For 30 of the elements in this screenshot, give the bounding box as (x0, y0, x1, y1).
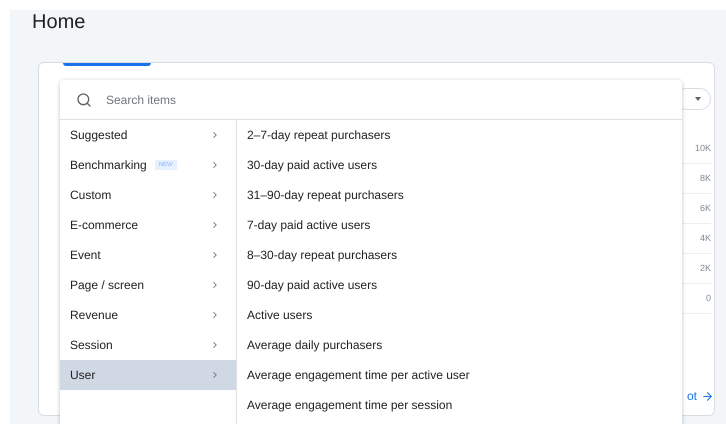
category-item[interactable]: Event (60, 240, 236, 270)
category-item[interactable]: User (60, 360, 236, 390)
category-item[interactable]: Revenue (60, 300, 236, 330)
axis-label: 0 (706, 292, 711, 305)
menu-item[interactable]: Active users (237, 300, 682, 330)
category-item[interactable]: Custom (60, 180, 236, 210)
axis-label: 6K (700, 202, 711, 215)
category-item[interactable]: Suggested (60, 120, 236, 150)
menu-item[interactable]: 7-day paid active users (237, 210, 682, 240)
caret-icon (695, 97, 701, 101)
menu-item[interactable]: Average engagement time per active user (237, 360, 682, 390)
menu-item[interactable]: 90-day paid active users (237, 270, 682, 300)
axis-label: 8K (700, 172, 711, 185)
menu-item[interactable]: 8–30-day repeat purchasers (237, 240, 682, 270)
view-link[interactable]: ot (686, 387, 714, 405)
category-item[interactable]: Session (60, 330, 236, 360)
menu-item[interactable]: 30-day paid active users (237, 150, 682, 180)
search-field[interactable]: Search items (106, 90, 666, 108)
category-item[interactable]: Page / screen (60, 270, 236, 300)
axis-label: 2K (700, 262, 711, 275)
search-icon (76, 92, 92, 108)
menu-item[interactable]: 2–7-day repeat purchasers (237, 120, 682, 150)
menu-item[interactable]: Average daily purchasers (237, 330, 682, 360)
arrow-right-icon (701, 390, 714, 402)
menu-item[interactable]: Average engagement time per session (237, 390, 682, 420)
category-item[interactable]: E-commerce (60, 210, 236, 240)
menu-item[interactable]: 31–90-day repeat purchasers (237, 180, 682, 210)
axis-label: 10K (694, 142, 711, 155)
axis-label: 4K (700, 232, 711, 245)
page-title: Home (32, 10, 86, 34)
